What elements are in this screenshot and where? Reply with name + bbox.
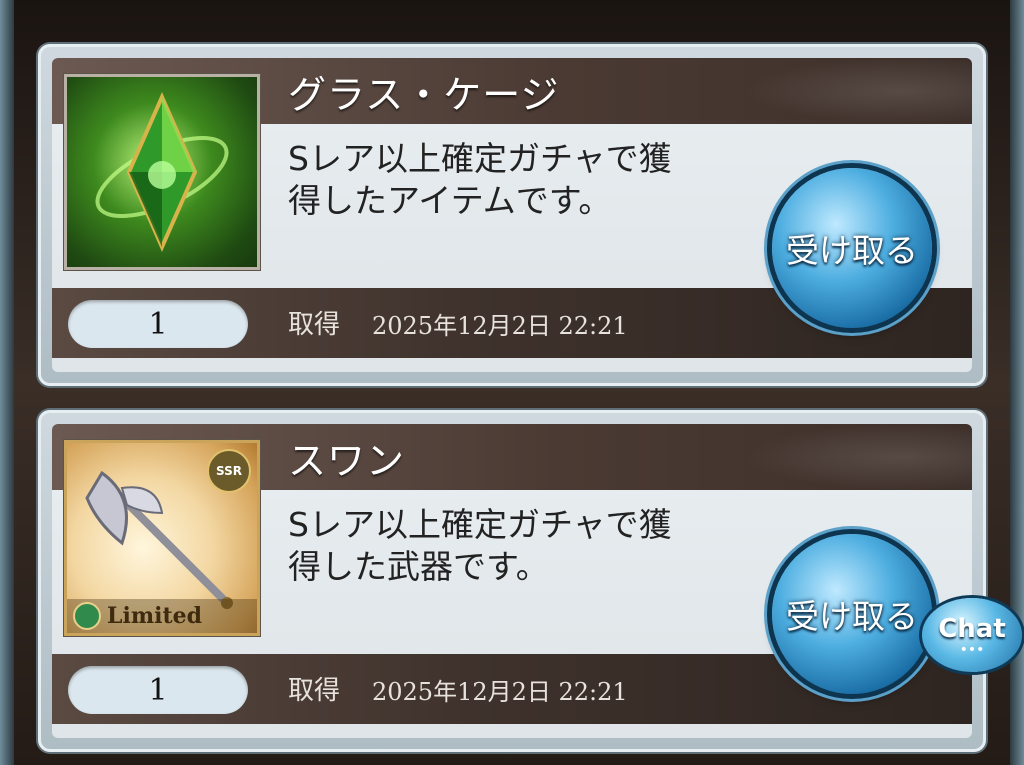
description-line: 得した武器です。 [288,547,549,586]
item-name: スワン [288,439,406,483]
item-name: グラス・ケージ [288,73,560,117]
obtained-label: 取得 [288,676,341,706]
ssr-badge: SSR [207,449,251,493]
description-line: Sレア以上確定ガチャで獲 [288,139,672,178]
gift-card: グラス・ケージ Sレア以上確定ガチャで獲 得したアイテムです。 1 取得 202… [38,44,986,386]
chat-label: Chat [938,614,1006,644]
receive-button[interactable]: 受け取る [772,168,932,328]
description-line: Sレア以上確定ガチャで獲 [288,505,672,544]
limited-emblem-icon [73,602,101,630]
chat-button[interactable]: Chat ••• [922,598,1022,672]
chat-dots-icon: ••• [959,642,985,658]
gift-card-body: スワン Sレア以上確定ガチャで獲 得した武器です。 1 取得 2025年12月2… [52,424,972,738]
gift-card: スワン Sレア以上確定ガチャで獲 得した武器です。 1 取得 2025年12月2… [38,410,986,752]
gift-box-screen: グラス・ケージ Sレア以上確定ガチャで獲 得したアイテムです。 1 取得 202… [0,0,1024,765]
quantity-pill: 1 [68,666,248,714]
description-line: 得したアイテムです。 [288,181,612,220]
gift-card-body: グラス・ケージ Sレア以上確定ガチャで獲 得したアイテムです。 1 取得 202… [52,58,972,372]
green-crystal-icon [64,74,260,270]
left-frame-edge [0,0,14,765]
item-description: Sレア以上確定ガチャで獲 得したアイテムです。 [288,138,758,222]
quantity-pill: 1 [68,300,248,348]
item-description: Sレア以上確定ガチャで獲 得した武器です。 [288,504,758,588]
receive-button-label: 受け取る [786,231,918,270]
obtained-date: 2025年12月2日 22:21 [372,678,628,706]
receive-button[interactable]: 受け取る [772,534,932,694]
limited-text: Limited [107,603,203,629]
obtained-label: 取得 [288,310,341,340]
limited-label: Limited [67,599,257,633]
obtained-date: 2025年12月2日 22:21 [372,312,628,340]
receive-button-label: 受け取る [786,597,918,636]
axe-weapon-icon: SSR Limited [64,440,260,636]
